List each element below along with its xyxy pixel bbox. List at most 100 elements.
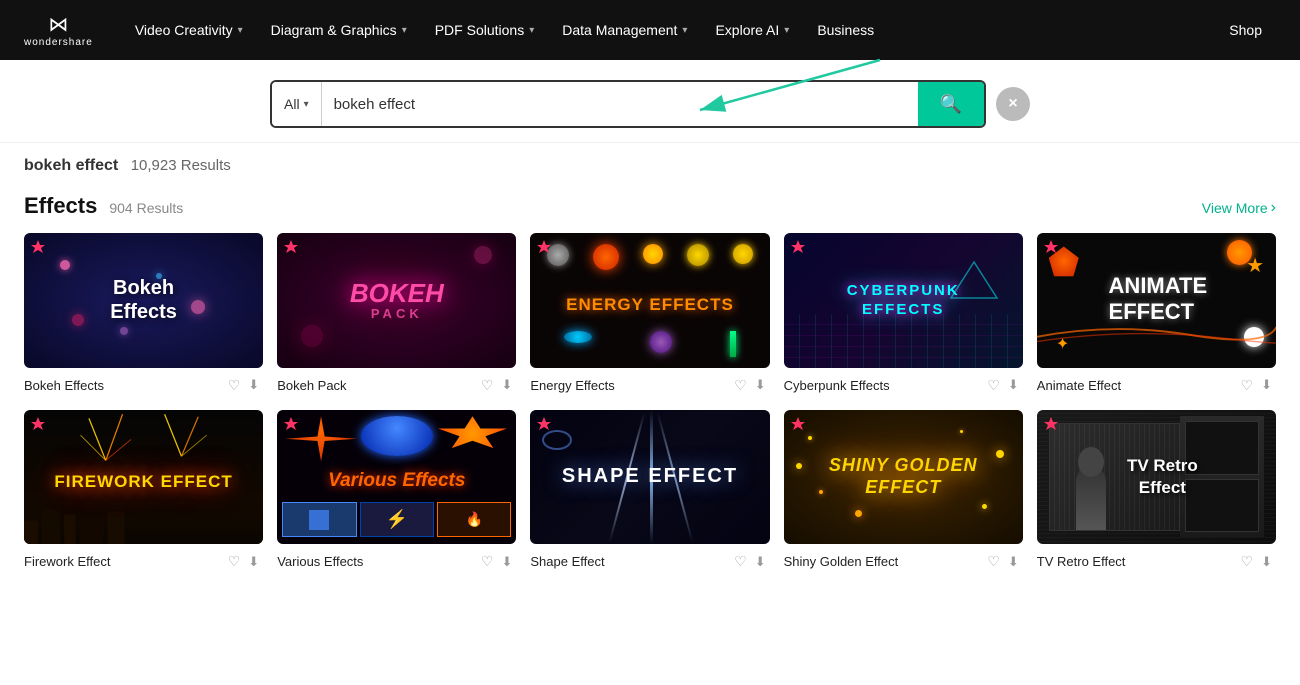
- effects-section: Effects 904 Results View More › BokehEff…: [0, 175, 1300, 582]
- like-button[interactable]: ♡: [224, 375, 245, 396]
- effect-name: Firework Effect: [24, 554, 224, 569]
- chevron-down-icon: ▾: [304, 99, 309, 110]
- search-input[interactable]: [322, 82, 918, 126]
- effect-info: Bokeh Pack ♡ ⬇: [277, 375, 516, 396]
- section-title: Effects: [24, 193, 97, 219]
- effect-name: Various Effects: [277, 554, 477, 569]
- download-button[interactable]: ⬇: [1257, 375, 1276, 395]
- effect-card-cyberpunk[interactable]: CYBERPUNKEFFECTS Cyberpunk Effects ♡ ⬇: [784, 233, 1023, 396]
- effect-info: Firework Effect ♡ ⬇: [24, 551, 263, 572]
- effect-info: Various Effects ♡ ⬇: [277, 551, 516, 572]
- navbar: ⋈ wondershare Video Creativity ▾ Diagram…: [0, 0, 1300, 60]
- nav-data-management[interactable]: Data Management ▾: [548, 0, 701, 60]
- chevron-down-icon: ▾: [784, 25, 789, 36]
- premium-badge: [1043, 239, 1059, 260]
- effect-thumbnail: ⚡ 🔥 Various Effects: [277, 410, 516, 545]
- effect-thumbnail: BOKEH PACK: [277, 233, 516, 368]
- like-button[interactable]: ♡: [1237, 375, 1258, 396]
- logo-text: wondershare: [24, 37, 93, 48]
- effect-info: Energy Effects ♡ ⬇: [530, 375, 769, 396]
- download-button[interactable]: ⬇: [751, 375, 770, 395]
- effect-name: Bokeh Effects: [24, 378, 224, 393]
- effect-card-golden[interactable]: SHINY GOLDENEFFECT Shiny Golden Effect ♡…: [784, 410, 1023, 573]
- download-button[interactable]: ⬇: [497, 552, 516, 572]
- effects-grid-row2: FIREWORK EFFECT Firework Effect ♡ ⬇: [24, 410, 1276, 573]
- effect-info: Bokeh Effects ♡ ⬇: [24, 375, 263, 396]
- results-query: bokeh effect: [24, 157, 118, 174]
- nav-shop[interactable]: Shop: [1215, 0, 1276, 60]
- effect-card-bokeh-effects[interactable]: BokehEffects Bokeh Effects ♡ ⬇: [24, 233, 263, 396]
- premium-badge: [30, 416, 46, 437]
- results-header: bokeh effect 10,923 Results: [0, 143, 1300, 175]
- like-button[interactable]: ♡: [983, 375, 1004, 396]
- search-bar: All ▾ 🔍: [270, 80, 986, 128]
- chevron-down-icon: ▾: [402, 25, 407, 36]
- nav-pdf-solutions[interactable]: PDF Solutions ▾: [421, 0, 549, 60]
- section-count: 904 Results: [109, 200, 183, 216]
- premium-badge: [536, 239, 552, 260]
- download-button[interactable]: ⬇: [1257, 552, 1276, 572]
- effect-card-animate[interactable]: ANIMATE EFFECT ★ ✦ Animate Effect ♡ ⬇: [1037, 233, 1276, 396]
- premium-badge: [283, 239, 299, 260]
- logo-icon: ⋈: [48, 12, 68, 37]
- effect-name: Shiny Golden Effect: [784, 554, 984, 569]
- effect-thumbnail: ANIMATE EFFECT ★ ✦: [1037, 233, 1276, 368]
- like-button[interactable]: ♡: [224, 551, 245, 572]
- view-more-button[interactable]: View More ›: [1202, 199, 1276, 217]
- download-button[interactable]: ⬇: [497, 375, 516, 395]
- premium-badge: [30, 239, 46, 260]
- effect-thumbnail: TV RetroEffect: [1037, 410, 1276, 545]
- clear-button[interactable]: ×: [996, 87, 1030, 121]
- nav-diagram-graphics[interactable]: Diagram & Graphics ▾: [257, 0, 421, 60]
- like-button[interactable]: ♡: [983, 551, 1004, 572]
- effect-card-various[interactable]: ⚡ 🔥 Various Effects Various Effects ♡ ⬇: [277, 410, 516, 573]
- effect-card-bokeh-pack[interactable]: BOKEH PACK Bokeh Pack ♡ ⬇: [277, 233, 516, 396]
- search-icon: 🔍: [940, 94, 962, 115]
- category-selector[interactable]: All ▾: [272, 82, 322, 126]
- premium-badge: [790, 416, 806, 437]
- effect-thumbnail: CYBERPUNKEFFECTS: [784, 233, 1023, 368]
- download-button[interactable]: ⬇: [751, 552, 770, 572]
- effect-thumbnail: FIREWORK EFFECT: [24, 410, 263, 545]
- effect-name: Cyberpunk Effects: [784, 378, 984, 393]
- effect-info: Animate Effect ♡ ⬇: [1037, 375, 1276, 396]
- download-button[interactable]: ⬇: [1004, 552, 1023, 572]
- nav-business[interactable]: Business: [803, 0, 888, 60]
- effect-card-retro[interactable]: TV RetroEffect TV Retro Effect ♡ ⬇: [1037, 410, 1276, 573]
- effect-name: Bokeh Pack: [277, 378, 477, 393]
- search-button[interactable]: 🔍: [918, 82, 984, 126]
- effect-card-firework[interactable]: FIREWORK EFFECT Firework Effect ♡ ⬇: [24, 410, 263, 573]
- effect-card-energy[interactable]: ENERGY EFFECTS Energy Effects ♡ ⬇: [530, 233, 769, 396]
- like-button[interactable]: ♡: [477, 375, 498, 396]
- effect-thumbnail: ENERGY EFFECTS: [530, 233, 769, 368]
- chevron-right-icon: ›: [1271, 199, 1276, 217]
- download-button[interactable]: ⬇: [244, 552, 263, 572]
- effect-name: TV Retro Effect: [1037, 554, 1237, 569]
- premium-badge: [1043, 416, 1059, 437]
- effect-name: Shape Effect: [530, 554, 730, 569]
- chevron-down-icon: ▾: [529, 25, 534, 36]
- effect-card-shape[interactable]: SHAPE EFFECT Shape Effect ♡ ⬇: [530, 410, 769, 573]
- nav-explore-ai[interactable]: Explore AI ▾: [701, 0, 803, 60]
- logo[interactable]: ⋈ wondershare: [24, 12, 93, 48]
- effect-thumbnail: SHAPE EFFECT: [530, 410, 769, 545]
- chevron-down-icon: ▾: [238, 25, 243, 36]
- effect-thumbnail: BokehEffects: [24, 233, 263, 368]
- nav-video-creativity[interactable]: Video Creativity ▾: [121, 0, 257, 60]
- like-button[interactable]: ♡: [730, 551, 751, 572]
- effect-info: Shape Effect ♡ ⬇: [530, 551, 769, 572]
- effect-info: TV Retro Effect ♡ ⬇: [1037, 551, 1276, 572]
- chevron-down-icon: ▾: [682, 25, 687, 36]
- like-button[interactable]: ♡: [477, 551, 498, 572]
- premium-badge: [283, 416, 299, 437]
- close-icon: ×: [1008, 95, 1017, 113]
- download-button[interactable]: ⬇: [244, 375, 263, 395]
- effect-info: Shiny Golden Effect ♡ ⬇: [784, 551, 1023, 572]
- like-button[interactable]: ♡: [730, 375, 751, 396]
- premium-badge: [536, 416, 552, 437]
- download-button[interactable]: ⬇: [1004, 375, 1023, 395]
- results-count: 10,923 Results: [131, 157, 231, 174]
- premium-badge: [790, 239, 806, 260]
- like-button[interactable]: ♡: [1237, 551, 1258, 572]
- effect-name: Animate Effect: [1037, 378, 1237, 393]
